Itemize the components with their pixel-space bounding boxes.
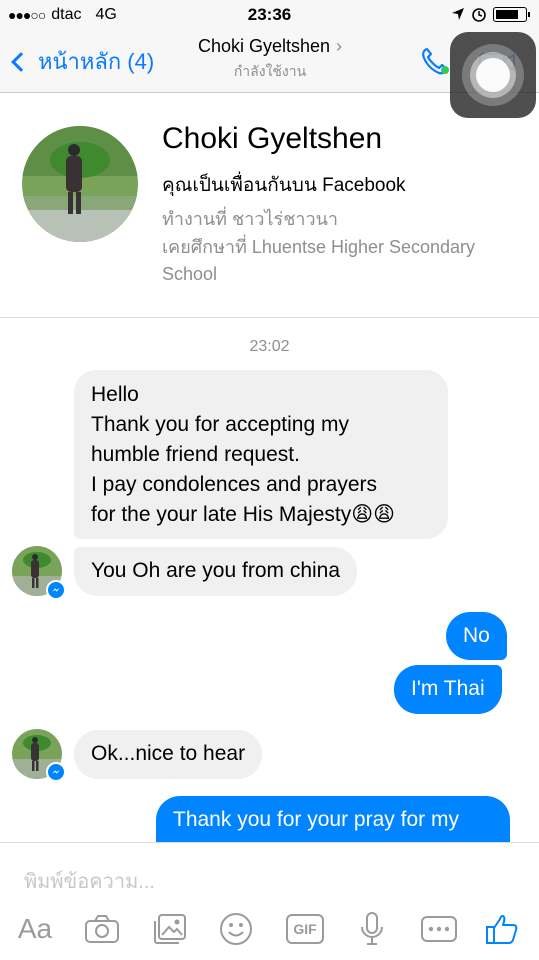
profile-education: เคยศึกษาที่ Lhuentse Higher Secondary Sc… xyxy=(162,237,476,284)
gif-label: GIF xyxy=(286,914,324,944)
emoji-button[interactable] xyxy=(216,909,256,949)
message-line: humble friend request. xyxy=(91,443,300,466)
message-bubble-incoming[interactable]: You Oh are you from china xyxy=(74,547,358,596)
chat-timestamp: 23:02 xyxy=(249,338,290,355)
message-line: Thank you for accepting my xyxy=(91,413,349,436)
profile-card: Choki Gyeltshen คุณเป็นเพื่อนกันบน Faceb… xyxy=(0,94,539,318)
chevron-right-icon: › xyxy=(336,36,343,56)
profile-avatar[interactable] xyxy=(22,126,138,242)
location-arrow-icon xyxy=(452,8,464,20)
text-format-label: Aa xyxy=(17,913,53,944)
microphone-icon xyxy=(361,912,383,945)
camera-icon xyxy=(85,915,119,943)
message-line: for the your late His Majesty😩😩 xyxy=(91,503,396,526)
composer-toolbar: Aa GIF xyxy=(0,909,539,949)
more-dots-icon xyxy=(421,916,457,942)
smiley-icon xyxy=(220,913,252,945)
message-line: Hello xyxy=(91,383,139,406)
photo-gallery-icon xyxy=(154,914,186,944)
text-format-button[interactable]: Aa xyxy=(14,909,56,949)
active-status: กำลังใช้งาน xyxy=(233,63,307,79)
alarm-icon xyxy=(472,8,486,22)
conversation-title-text: Choki Gyeltshen xyxy=(197,36,331,56)
status-right xyxy=(451,6,530,22)
message-bubble-outgoing[interactable]: No xyxy=(446,612,507,660)
voice-button[interactable] xyxy=(352,909,392,949)
conversation-title: Choki Gyeltshen › xyxy=(150,36,390,57)
message-bubble-incoming[interactable]: Ok...nice to hear xyxy=(74,730,263,779)
more-button[interactable] xyxy=(418,909,460,949)
message-line: I pay condolences and prayers xyxy=(91,473,378,496)
chevron-left-icon xyxy=(11,51,31,72)
message-input[interactable]: พิมพ์ข้อความ... xyxy=(24,865,155,897)
battery-icon xyxy=(493,6,530,22)
camera-button[interactable] xyxy=(82,909,122,949)
profile-work: ทำงานที่ ชาวไร่ชาวนา xyxy=(162,209,339,229)
friend-status: คุณเป็นเพื่อนกันบน Facebook xyxy=(162,175,406,196)
back-label: หน้าหลัก (4) xyxy=(38,49,155,74)
conversation-header[interactable]: Choki Gyeltshen › กำลังใช้งาน xyxy=(150,36,390,83)
like-button[interactable] xyxy=(482,909,522,949)
nav-bar: หน้าหลัก (4) Choki Gyeltshen › กำลังใช้งา… xyxy=(0,30,539,118)
phone-icon[interactable] xyxy=(418,44,452,78)
gif-button[interactable]: GIF xyxy=(284,909,326,949)
status-bar: ●●●○○ dtac 4G 23:36 xyxy=(0,0,539,30)
composer: พิมพ์ข้อความ... Aa GIF xyxy=(0,842,539,960)
message-bubble-incoming[interactable]: Hello Thank you for accepting my humble … xyxy=(74,370,448,539)
profile-name: Choki Gyeltshen xyxy=(162,122,383,155)
messenger-badge-icon xyxy=(46,762,66,782)
messenger-badge-icon xyxy=(46,580,66,600)
message-bubble-outgoing[interactable]: I'm Thai xyxy=(394,665,502,714)
gallery-button[interactable] xyxy=(150,909,190,949)
thumbs-up-icon xyxy=(486,914,518,944)
back-button[interactable]: หน้าหลัก (4) xyxy=(10,44,154,79)
